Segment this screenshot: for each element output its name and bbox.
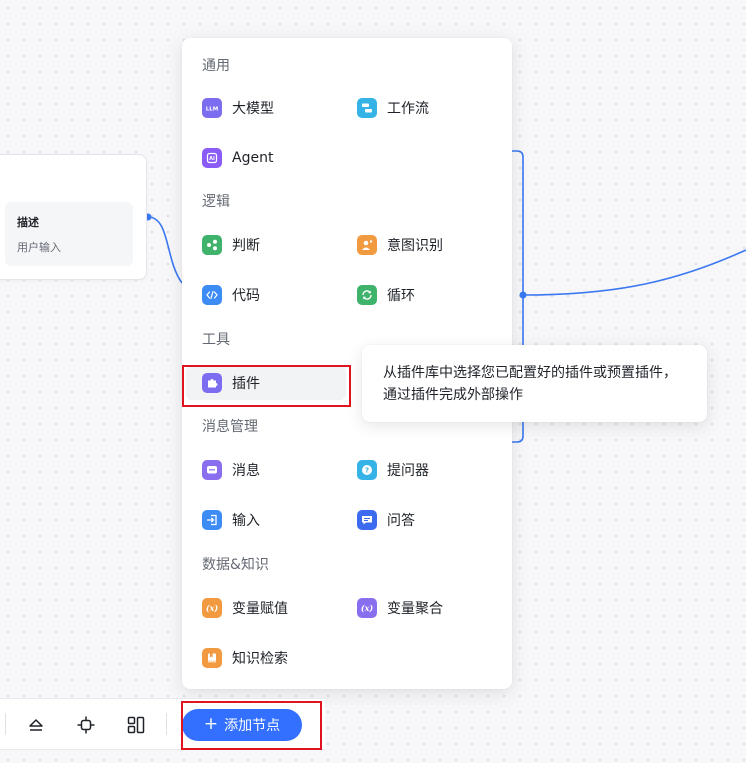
menu-item-workflow[interactable]: 工作流 (182, 91, 492, 125)
add-node-button[interactable]: + 添加节点 (182, 709, 302, 741)
knowledge-icon (202, 648, 222, 668)
plus-icon: + (203, 713, 219, 734)
agent-icon: AI (202, 148, 222, 168)
edge-to-right (522, 249, 746, 296)
menu-item-label: 工作流 (387, 101, 429, 117)
layout-icon[interactable] (126, 715, 146, 735)
node-param-value: 用户输入 (17, 241, 61, 254)
plugin-tooltip: 从插件库中选择您已配置好的插件或预置插件，通过插件完成外部操作 (362, 345, 707, 422)
node-param-field: 描述 用户输入 (5, 202, 133, 266)
section-title-messages: 消息管理 (202, 419, 258, 435)
section-title-logic: 逻辑 (202, 194, 230, 210)
menu-item-loop[interactable]: 循环 (182, 278, 492, 312)
svg-text:(x): (x) (361, 603, 374, 613)
workflow-icon (357, 98, 377, 118)
locate-icon[interactable] (76, 715, 96, 735)
intent-icon (357, 235, 377, 255)
section-title-tools: 工具 (202, 332, 230, 348)
section-title-general: 通用 (202, 58, 230, 74)
collapse-icon[interactable] (26, 715, 46, 735)
menu-item-knowledge-search[interactable]: 知识检索 (182, 641, 330, 675)
menu-item-label: 知识检索 (232, 651, 288, 667)
menu-item-label: 插件 (232, 376, 260, 392)
qa-icon (357, 510, 377, 530)
canvas-toolbar: + 添加节点 (0, 698, 325, 750)
menu-item-questioner[interactable]: ? 提问器 (182, 453, 492, 487)
menu-item-variable-aggregate[interactable]: (x) 变量聚合 (182, 591, 492, 625)
edge-node-to-menu (147, 216, 183, 284)
menu-item-plugin[interactable]: 插件 (186, 366, 346, 400)
menu-item-agent[interactable]: AI Agent (182, 141, 330, 175)
toolbar-divider (166, 713, 167, 735)
node-param-name: 描述 (17, 216, 39, 229)
plugin-icon (202, 373, 222, 393)
menu-item-label: 意图识别 (387, 238, 443, 254)
menu-item-label: 提问器 (387, 463, 429, 479)
toolbar-divider (5, 713, 6, 735)
question-icon: ? (357, 460, 377, 480)
add-node-label: 添加节点 (224, 718, 281, 734)
workflow-node-card[interactable]: 描述 用户输入 (0, 154, 147, 280)
menu-item-label: Agent (232, 150, 274, 166)
menu-item-label: 循环 (387, 288, 415, 304)
svg-text:?: ? (365, 467, 369, 475)
variable-aggregate-icon: (x) (357, 598, 377, 618)
svg-text:AI: AI (209, 156, 215, 162)
menu-item-intent[interactable]: 意图识别 (182, 228, 492, 262)
section-title-data-knowledge: 数据&知识 (202, 557, 269, 573)
menu-item-label: 变量聚合 (387, 601, 443, 617)
menu-item-qa[interactable]: 问答 (182, 503, 492, 537)
loop-icon (357, 285, 377, 305)
menu-item-label: 问答 (387, 513, 415, 529)
